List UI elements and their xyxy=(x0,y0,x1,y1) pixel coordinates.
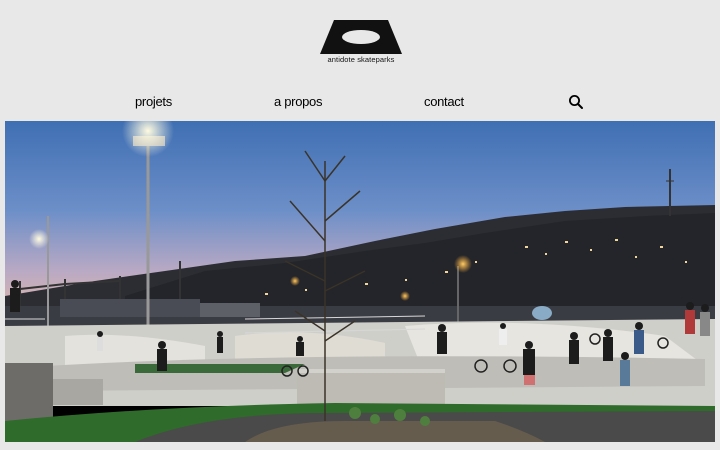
antidote-logo-icon xyxy=(320,20,402,54)
nav-item-contact[interactable]: contact xyxy=(424,94,464,109)
hero-image xyxy=(5,121,715,442)
brand-name: antidote skateparks xyxy=(327,55,395,64)
nav-item-a-propos[interactable]: a propos xyxy=(274,94,323,109)
main-nav: projets a propos contact xyxy=(0,94,720,112)
nav-item-projets[interactable]: projets xyxy=(135,94,172,109)
brand-logo[interactable]: antidote skateparks xyxy=(318,20,404,64)
search-icon[interactable] xyxy=(568,94,584,110)
